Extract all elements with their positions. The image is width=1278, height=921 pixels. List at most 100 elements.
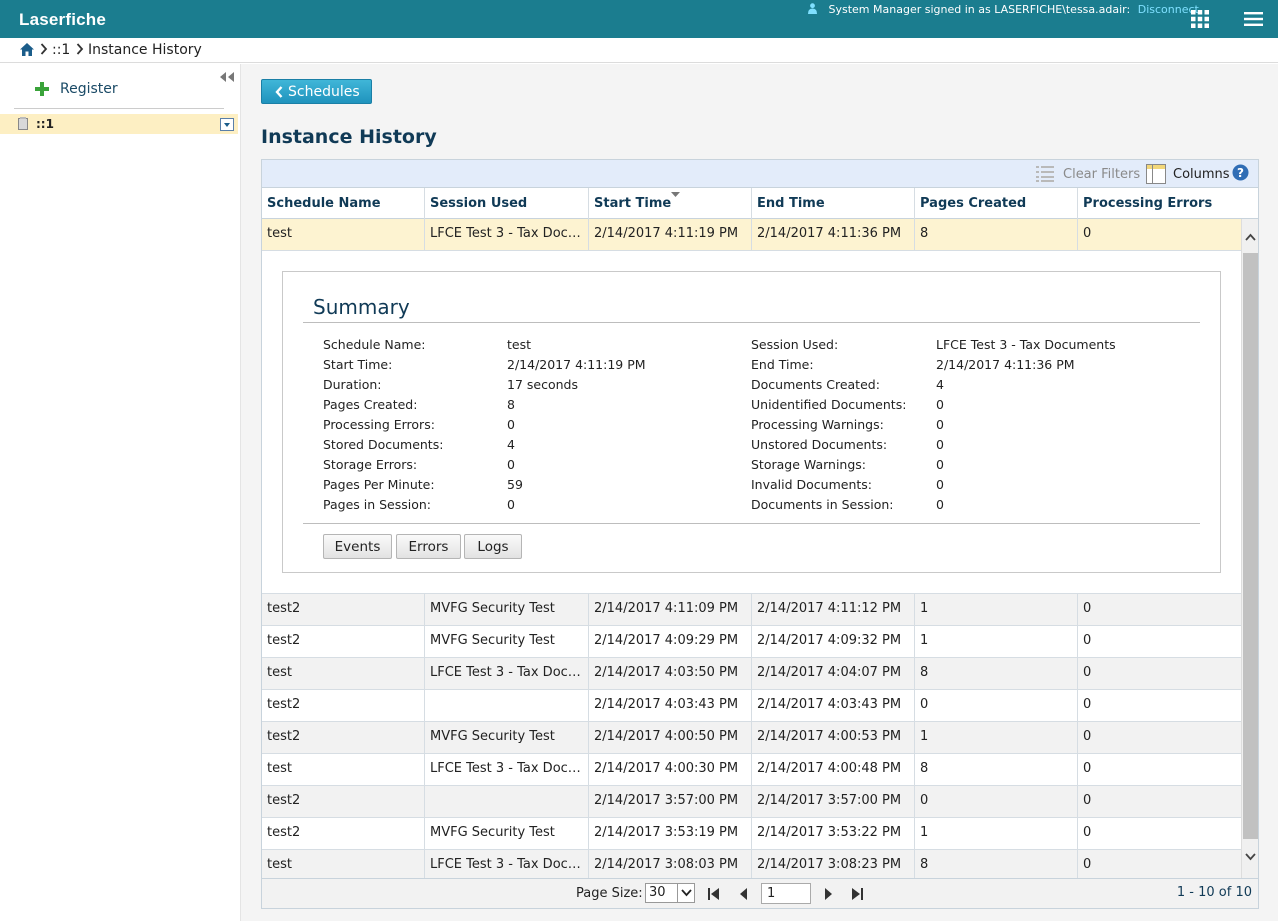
- errors-button[interactable]: Errors: [396, 534, 461, 559]
- table-row[interactable]: test2 MVFG Security Test 2/14/2017 4:09:29…: [262, 626, 1241, 658]
- summary-title: Summary: [313, 295, 410, 319]
- summary-value: 0: [936, 497, 944, 512]
- apps-grid-icon[interactable]: [1191, 10, 1209, 28]
- vertical-scrollbar[interactable]: [1241, 219, 1258, 878]
- home-icon[interactable]: [20, 43, 34, 56]
- previous-page-icon[interactable]: [737, 888, 750, 900]
- cell-start-time: 2/14/2017 3:57:00 PM: [589, 786, 752, 817]
- summary-label: Schedule Name:: [323, 337, 426, 352]
- page-size-select[interactable]: 30: [645, 883, 695, 903]
- cell-session-used: LFCE Test 3 - Tax Docu...: [425, 850, 589, 881]
- schedules-back-button[interactable]: Schedules: [261, 79, 372, 104]
- cell-pages-created: 1: [915, 818, 1078, 849]
- last-page-icon[interactable]: [851, 888, 864, 900]
- cell-end-time: 2/14/2017 4:03:43 PM: [752, 690, 915, 721]
- next-page-icon[interactable]: [822, 888, 835, 900]
- breadcrumb-item-current: Instance History: [88, 42, 202, 58]
- events-button[interactable]: Events: [323, 534, 392, 559]
- summary-value: 4: [507, 437, 515, 452]
- column-header-pages-created[interactable]: Pages Created: [915, 188, 1078, 219]
- cell-start-time: 2/14/2017 4:00:30 PM: [589, 754, 752, 785]
- app-logo: Laserfiche: [19, 10, 107, 29]
- table-row-selected[interactable]: test LFCE Test 3 - Tax Docu... 2/14/2017…: [262, 219, 1241, 251]
- cell-end-time: 2/14/2017 4:04:07 PM: [752, 658, 915, 689]
- logs-button[interactable]: Logs: [464, 534, 522, 559]
- column-header-session-used[interactable]: Session Used: [425, 188, 589, 219]
- summary-value: 8: [507, 397, 515, 412]
- cell-processing-errors: 0: [1083, 761, 1092, 776]
- column-header-end-time[interactable]: End Time: [752, 188, 915, 219]
- scroll-down-icon[interactable]: [1245, 853, 1256, 861]
- summary-label: Unidentified Documents:: [751, 397, 907, 412]
- summary-label: Unstored Documents:: [751, 437, 888, 452]
- hamburger-menu-icon[interactable]: [1244, 11, 1263, 27]
- summary-value: 0: [936, 417, 944, 432]
- table-row[interactable]: test LFCE Test 3 - Tax Docu... 2/14/2017 4…: [262, 658, 1241, 690]
- chevron-right-icon: [76, 43, 84, 55]
- cell-end-time: 2/14/2017 4:11:12 PM: [752, 594, 915, 625]
- instance-history-grid: Clear Filters Columns ? Schedule Name Se…: [261, 159, 1259, 909]
- cell-processing-errors: 0: [1083, 857, 1092, 872]
- help-icon[interactable]: ?: [1232, 164, 1249, 181]
- cell-session-used: MVFG Security Test: [425, 722, 589, 753]
- user-signed-in-text: System Manager signed in as LASERFICHE\t…: [828, 3, 1131, 16]
- summary-label: Pages Per Minute:: [323, 477, 435, 492]
- columns-icon[interactable]: [1146, 164, 1166, 184]
- collapse-sidebar-icon[interactable]: [219, 72, 235, 82]
- cell-schedule-name: test: [262, 850, 425, 881]
- cell-session-used: [425, 690, 589, 721]
- summary-box: Summary Schedule Name: test Start Time: 2/1…: [282, 271, 1221, 573]
- chevron-down-icon: [677, 884, 694, 902]
- page-range-text: 1 - 10 of 10: [1176, 885, 1252, 900]
- column-header-processing-errors[interactable]: Processing Errors: [1078, 188, 1241, 219]
- table-row[interactable]: test2 MVFG Security Test 2/14/2017 4:00:50…: [262, 722, 1241, 754]
- column-header-schedule-name[interactable]: Schedule Name: [262, 188, 425, 219]
- summary-value: 0: [936, 477, 944, 492]
- columns-button[interactable]: Columns: [1173, 167, 1230, 182]
- column-header-start-time[interactable]: Start Time: [589, 188, 752, 219]
- disconnect-link[interactable]: Disconnect: [1138, 3, 1199, 16]
- cell-end-time: 2/14/2017 4:09:32 PM: [752, 626, 915, 657]
- tree-item-server[interactable]: ::1: [0, 114, 238, 134]
- cell-processing-errors: 0: [1083, 825, 1092, 840]
- table-row[interactable]: test2 MVFG Security Test 2/14/2017 3:53:19…: [262, 818, 1241, 850]
- summary-value: 2/14/2017 4:11:19 PM: [507, 357, 646, 372]
- table-row[interactable]: test2 2/14/2017 4:03:43 PM 2/14/2017 4:03:…: [262, 690, 1241, 722]
- page-number-input[interactable]: 1: [761, 883, 811, 904]
- summary-value: 0: [507, 417, 515, 432]
- cell-end-time: 2/14/2017 3:57:00 PM: [752, 786, 915, 817]
- scrollbar-thumb[interactable]: [1243, 253, 1258, 839]
- cell-pages-created: 8: [915, 219, 1078, 250]
- user-icon: [808, 3, 817, 14]
- cell-pages-created: 0: [915, 786, 1078, 817]
- cell-schedule-name: test2: [262, 722, 425, 753]
- table-row[interactable]: test2 2/14/2017 3:57:00 PM 2/14/2017 3:57:…: [262, 786, 1241, 818]
- summary-value: 0: [936, 397, 944, 412]
- clear-filters-button[interactable]: Clear Filters: [1063, 167, 1140, 182]
- summary-label: Stored Documents:: [323, 437, 444, 452]
- scroll-up-icon[interactable]: [1245, 233, 1256, 241]
- dropdown-icon[interactable]: [220, 118, 234, 131]
- cell-schedule-name: test: [262, 219, 425, 250]
- breadcrumb-item-server[interactable]: ::1: [52, 42, 70, 58]
- plus-icon: [35, 82, 49, 96]
- svg-text:?: ?: [1237, 166, 1244, 180]
- tree-item-label: ::1: [36, 117, 54, 131]
- cell-schedule-name: test2: [262, 594, 425, 625]
- summary-divider: [303, 523, 1200, 524]
- register-label: Register: [60, 81, 118, 97]
- summary-value: 17 seconds: [507, 377, 578, 392]
- summary-value: 0: [507, 457, 515, 472]
- table-row[interactable]: test2 MVFG Security Test 2/14/2017 4:11:09…: [262, 594, 1241, 626]
- first-page-icon[interactable]: [707, 888, 720, 900]
- cell-pages-created: 0: [915, 690, 1078, 721]
- cell-schedule-name: test2: [262, 786, 425, 817]
- cell-start-time: 2/14/2017 4:03:43 PM: [589, 690, 752, 721]
- cell-processing-errors: 0: [1083, 601, 1092, 616]
- cell-processing-errors: 0: [1083, 729, 1092, 744]
- cell-end-time: 2/14/2017 4:00:48 PM: [752, 754, 915, 785]
- table-row[interactable]: test LFCE Test 3 - Tax Docu... 2/14/2017 4…: [262, 754, 1241, 786]
- cell-session-used: MVFG Security Test: [425, 626, 589, 657]
- summary-divider: [303, 322, 1200, 323]
- summary-label: Session Used:: [751, 337, 839, 352]
